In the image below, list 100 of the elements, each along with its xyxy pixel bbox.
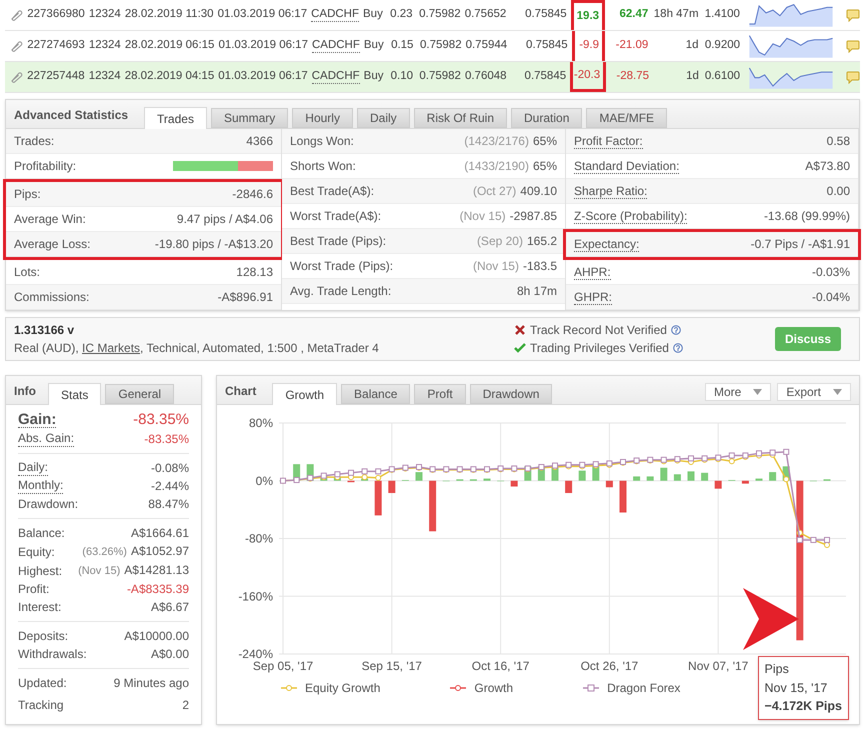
info-note: (63.26%) — [82, 545, 127, 560]
stat-note: (Sep 20) — [476, 233, 523, 250]
table-cell-text: 0.9200 — [704, 38, 740, 54]
info-value: A$1664.61 — [130, 525, 189, 542]
verification-label: Track Record Not Verified — [530, 322, 667, 339]
table-cell-text: 12324 — [88, 38, 121, 54]
info-value: A$0.00 — [150, 646, 189, 663]
stat-value: -0.04% — [812, 289, 850, 306]
info-value: A$1052.97 — [130, 543, 189, 560]
info-label: Monthly: — [18, 478, 64, 494]
account-details: Real (AUD), — [14, 341, 80, 355]
info-value: -2.44% — [150, 478, 189, 495]
verification-label: Trading Privileges Verified — [530, 340, 669, 357]
x-axis-label: Oct 16, '17 — [472, 659, 530, 673]
table-cell-text: 1d — [686, 38, 699, 54]
x-axis-label: Sep 15, '17 — [362, 659, 422, 673]
info-value: 9 Minutes ago — [114, 675, 189, 692]
info-label: Deposits: — [18, 628, 68, 645]
stat-label: Shorts Won: — [290, 158, 356, 175]
info-label: Highest: — [18, 562, 62, 580]
table-cell-text: Buy — [364, 38, 384, 54]
stat-note: (1433/2190) — [464, 158, 529, 175]
info-value: -83.35% — [133, 410, 189, 430]
table-cell-text: 01.03.2019 06:17 — [218, 7, 308, 22]
stat-value: -13.68 (99.99%) — [764, 208, 850, 225]
account-details: , Technical, Automated, 1:500 , MetaTrader 4 — [140, 341, 379, 355]
tooltip-date: Nov 15, '17 — [764, 680, 828, 696]
stat-value: -A$896.91 — [218, 289, 273, 306]
info-label: Profit: — [18, 581, 50, 598]
stat-label: Avg. Trade Length: — [290, 283, 392, 300]
info-label: Interest: — [18, 599, 62, 616]
stat-label: Sharpe Ratio: — [574, 184, 648, 198]
table-cell-text: 0.6100 — [704, 69, 740, 84]
table-cell-text: 0.75982 — [420, 38, 462, 54]
stat-value: 8h 17m — [516, 283, 557, 300]
info-label: Abs. Gain: — [18, 431, 74, 447]
table-cell-text: 0.23 — [390, 7, 413, 22]
panel-title: Info — [14, 383, 36, 400]
stat-value: 65% — [532, 158, 557, 175]
x-axis-label: Nov 07, '17 — [688, 659, 748, 673]
stat-note: (1423/2176) — [464, 133, 529, 150]
table-cell-text: 227366980 — [27, 7, 85, 22]
stat-value: A$73.80 — [805, 158, 850, 175]
y-axis-label: -160% — [238, 589, 273, 604]
stat-label: Profit Factor: — [574, 134, 643, 148]
table-cell-text: 28.02.2019 11:30 — [124, 7, 214, 22]
table-cell-text: 0.75845 — [525, 7, 567, 22]
info-label: Withdrawals: — [18, 646, 87, 663]
table-cell-text: 12324 — [88, 69, 121, 84]
table-cell-text: 0.75982 — [419, 69, 461, 84]
pips-cell: -20.3 — [570, 62, 606, 92]
stat-value: -0.7 Pips / -A$1.91 — [750, 236, 850, 253]
stat-label: Best Trade(A$): — [290, 183, 374, 200]
tooltip-value: −4.172K Pips — [764, 698, 842, 716]
info-value: -83.35% — [144, 431, 189, 448]
info-value: -A$8335.39 — [126, 581, 189, 598]
y-axis-label: 80% — [248, 416, 273, 430]
stat-label: Worst Trade(A$): — [290, 208, 382, 225]
table-cell-text: 01.03.2019 06:17 — [218, 38, 308, 54]
table-cell-text: 0.76048 — [464, 69, 507, 84]
stat-value: 4366 — [246, 133, 273, 150]
table-cell-text: 01.03.2019 06:17 — [218, 69, 308, 84]
table-cell-text: 28.02.2019 06:15 — [124, 38, 214, 54]
table-cell-text: 227274693 — [27, 38, 85, 54]
stat-label: GHPR: — [574, 290, 612, 304]
account-name: 1.313166 v — [14, 322, 76, 339]
stat-value: 9.47 pips / A$4.06 — [176, 211, 273, 228]
table-cell-text: 0.75652 — [464, 7, 506, 22]
stat-value: -0.03% — [812, 264, 850, 281]
stat-label: Longs Won: — [290, 133, 354, 150]
info-label: Equity: — [18, 544, 55, 560]
stat-label: Profitability: — [14, 158, 76, 175]
stat-label: Average Loss: — [14, 236, 90, 253]
info-label: Tracking — [18, 697, 64, 714]
stat-label: AHPR: — [574, 264, 611, 280]
info-value: 88.47% — [148, 496, 189, 513]
table-cell-text: 0.75845 — [526, 38, 568, 54]
table-cell-text: 0.15 — [391, 38, 414, 54]
info-label: Drawdown: — [18, 496, 78, 513]
stat-value: 165.2 — [526, 233, 557, 250]
x-axis-label: Oct 26, '17 — [580, 659, 638, 673]
stat-value: -2846.6 — [232, 186, 273, 203]
stat-note: (Nov 15) — [472, 258, 519, 275]
stat-value: 128.13 — [236, 264, 273, 281]
table-cell-text: 0.10 — [390, 69, 414, 84]
y-axis-label: -240% — [238, 647, 273, 661]
y-axis-label: 0% — [256, 474, 273, 488]
panel-title: Chart — [225, 383, 256, 400]
table-cell-text: 227257448 — [27, 69, 85, 84]
stat-label: Standard Deviation: — [574, 158, 680, 174]
info-value: 2 — [182, 697, 189, 714]
stat-label: Z-Score (Probability): — [574, 208, 688, 224]
table-cell-text: 18h 47m — [654, 7, 699, 22]
table-cell-text: 0.75845 — [524, 69, 566, 84]
table-cell-text: 0.75944 — [466, 38, 508, 54]
table-cell-text: 12324 — [88, 7, 121, 22]
table-cell-text: 28.02.2019 04:15 — [124, 69, 214, 84]
info-value: -0.08% — [150, 460, 189, 477]
stat-label: Worst Trade (Pips): — [290, 258, 394, 275]
stat-value: 409.10 — [520, 183, 557, 200]
